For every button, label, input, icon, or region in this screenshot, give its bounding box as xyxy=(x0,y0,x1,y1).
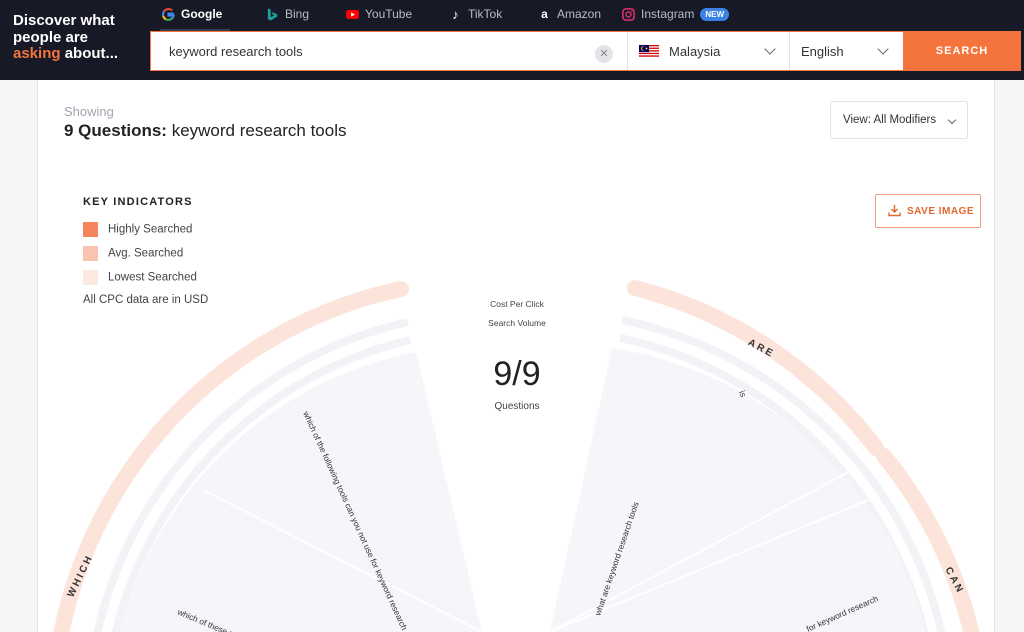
tab-youtube[interactable]: YouTube xyxy=(346,7,412,21)
tagline-line-1: Discover what xyxy=(13,12,115,29)
tab-tiktok[interactable]: ♪ TikTok xyxy=(449,7,502,21)
tagline-accent-word: asking xyxy=(13,45,61,62)
amazon-icon: a xyxy=(541,6,548,21)
volume-label: Search Volume xyxy=(488,318,546,328)
legend-item-avg: Avg. Searched xyxy=(83,246,183,261)
youtube-icon xyxy=(346,9,359,19)
tagline-line-3: about... xyxy=(60,45,119,62)
query-label: keyword research tools xyxy=(166,121,347,140)
tab-bing[interactable]: Bing xyxy=(266,7,309,21)
question-wheel: ARE CAN WHICH which of the following too… xyxy=(53,280,980,632)
country-label: Malaysia xyxy=(669,44,721,59)
view-modifiers-dropdown[interactable]: View: All Modifiers xyxy=(830,101,968,139)
search-button[interactable]: SEARCH xyxy=(903,31,1021,71)
tab-tiktok-label: TikTok xyxy=(468,7,503,21)
legend-title: KEY INDICATORS xyxy=(83,196,193,208)
cpc-label: Cost Per Click xyxy=(490,299,545,309)
search-bar: ✕ Malaysia English SEARCH xyxy=(150,31,1021,71)
page-title: 9 Questions: keyword research tools xyxy=(64,121,347,141)
tab-instagram[interactable]: Instagram NEW xyxy=(622,7,730,21)
language-label: English xyxy=(801,44,844,59)
tab-amazon-label: Amazon xyxy=(557,7,602,21)
tagline-line-2: people are xyxy=(13,28,89,46)
google-icon xyxy=(162,7,175,21)
malaysia-flag-icon xyxy=(639,45,659,58)
site-tagline[interactable]: Discover what people are asking about... xyxy=(13,12,143,63)
language-select[interactable]: English xyxy=(789,32,904,70)
legend-swatch xyxy=(83,270,98,285)
legend-item-high: Highly Searched xyxy=(83,222,192,237)
save-image-button[interactable]: SAVE IMAGE xyxy=(875,194,981,228)
legend-swatch xyxy=(83,246,98,261)
bing-icon xyxy=(267,7,278,21)
legend-item-low: Lowest Searched xyxy=(83,270,197,285)
search-input[interactable] xyxy=(151,32,627,70)
question-count-sub: Questions xyxy=(494,401,539,412)
tab-amazon[interactable]: a Amazon xyxy=(538,7,601,21)
clear-search-button[interactable]: ✕ xyxy=(595,45,613,63)
question-count-label: 9 Questions: xyxy=(64,121,167,140)
legend-swatch xyxy=(83,222,98,237)
tab-bing-label: Bing xyxy=(285,7,310,21)
showing-label: Showing xyxy=(64,104,114,119)
chevron-down-icon xyxy=(764,43,776,55)
cpc-note: All CPC data are in USD xyxy=(83,294,209,306)
download-icon xyxy=(888,205,901,217)
legend-label: Lowest Searched xyxy=(108,271,197,284)
spoke-which-1[interactable] xyxy=(118,352,482,632)
top-header: Discover what people are asking about...… xyxy=(0,0,1024,80)
chevron-down-icon xyxy=(947,115,957,125)
tab-google-label: Google xyxy=(181,7,223,21)
tab-instagram-label: Instagram xyxy=(641,7,695,21)
close-icon: ✕ xyxy=(599,48,609,60)
tab-google[interactable]: Google xyxy=(162,7,222,21)
instagram-icon xyxy=(622,7,635,21)
results-panel: ARE CAN WHICH which of the following too… xyxy=(37,80,995,632)
tiktok-icon: ♪ xyxy=(452,6,459,22)
new-badge: NEW xyxy=(700,7,730,21)
view-modifiers-label: View: All Modifiers xyxy=(843,114,937,126)
country-select[interactable]: Malaysia xyxy=(627,32,790,70)
chevron-down-icon xyxy=(877,43,889,55)
legend-label: Avg. Searched xyxy=(108,247,184,260)
question-count: 9/9 xyxy=(493,355,540,393)
legend-label: Highly Searched xyxy=(108,223,193,236)
tab-youtube-label: YouTube xyxy=(365,7,413,21)
save-image-label: SAVE IMAGE xyxy=(907,206,975,217)
